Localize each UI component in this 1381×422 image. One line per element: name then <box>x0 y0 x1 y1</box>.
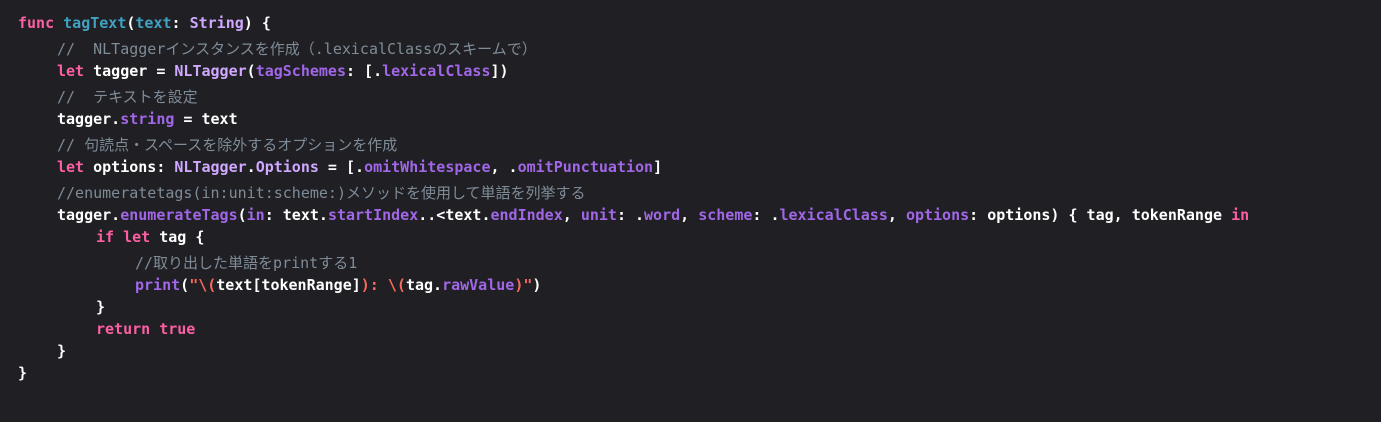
code-lines: func tagText(text: String) {// NLTaggerイ… <box>0 12 1381 384</box>
code-token-comment: // 句読点・スペースを除外するオプションを作成 <box>57 136 398 154</box>
code-token-method: print <box>135 276 181 294</box>
code-token-comment: //enumeratetags(in:unit:scheme:)メソッドを使用し… <box>57 184 586 202</box>
code-token-method: endIndex <box>490 206 563 224</box>
code-token-method: lexicalClass <box>382 62 491 80</box>
code-line: let tagger = NLTagger(tagSchemes: [.lexi… <box>0 60 1381 82</box>
code-token-plain: = text <box>174 110 238 128</box>
code-token-comment: // NLTaggerインスタンスを作成（.lexicalClassのスキームで… <box>57 40 537 58</box>
code-token-comment: //取り出した単語をprintする1 <box>135 254 358 272</box>
code-comment-line: // 句読点・スペースを除外するオプションを作成 <box>0 134 1381 156</box>
code-token-method: omitWhitespace <box>364 158 491 176</box>
code-token-plain: text[tokenRange] <box>216 276 361 294</box>
code-line: return true <box>0 318 1381 340</box>
code-token-method: rawValue <box>442 276 515 294</box>
code-comment-line: //取り出した単語をprintする1 <box>0 252 1381 274</box>
code-token-method: string <box>120 110 175 128</box>
code-token-plain: tagger = <box>84 62 175 80</box>
code-token-method: lexicalClass <box>779 206 888 224</box>
code-token-method: scheme <box>698 206 753 224</box>
code-comment-line: // テキストを設定 <box>0 86 1381 108</box>
code-token-method: word <box>644 206 681 224</box>
code-token-plain: tag { <box>150 228 205 246</box>
code-token-string: "\( <box>189 276 217 294</box>
code-token-method: enumerateTags <box>120 206 238 224</box>
code-token-plain: , <box>562 206 581 224</box>
code-token-plain: ]) <box>490 62 509 80</box>
code-token-declaration: text <box>135 14 172 32</box>
code-token-method: options <box>905 206 970 224</box>
code-token-type: NLTagger <box>174 158 247 176</box>
code-token-plain: : text. <box>264 206 328 224</box>
code-line: } <box>0 296 1381 318</box>
code-token-keyword: in <box>1231 206 1250 224</box>
code-token-plain: ( <box>246 62 256 80</box>
code-line: if let tag { <box>0 226 1381 248</box>
code-token-plain: , <box>887 206 906 224</box>
code-token-string: ): \( <box>360 276 406 294</box>
code-token-plain: : . <box>616 206 645 224</box>
code-token-plain: tagger. <box>57 206 121 224</box>
code-token-keyword: true <box>159 320 196 338</box>
code-token-plain: tag. <box>405 276 443 294</box>
code-token-plain: tagger. <box>57 110 121 128</box>
code-token-declaration: tagText <box>63 14 127 32</box>
code-line: func tagText(text: String) { <box>0 12 1381 34</box>
code-line: tagger.string = text <box>0 108 1381 130</box>
code-token-plain: ..<text. <box>418 206 491 224</box>
code-token-plain: ( <box>237 206 247 224</box>
code-token-plain: ] <box>653 158 663 176</box>
code-line: } <box>0 340 1381 362</box>
code-token-string: )" <box>514 276 533 294</box>
code-token-keyword: func <box>18 14 55 32</box>
code-token-plain: } <box>18 364 28 382</box>
code-token-plain: , <box>680 206 699 224</box>
code-token-keyword: return <box>96 320 151 338</box>
code-editor[interactable]: func tagText(text: String) {// NLTaggerイ… <box>0 0 1381 422</box>
code-token-plain: } <box>57 342 67 360</box>
code-line: tagger.enumerateTags(in: text.startIndex… <box>0 204 1381 226</box>
code-token-plain: : [. <box>346 62 383 80</box>
code-token-plain: : <box>171 14 190 32</box>
code-token-plain: options: <box>84 158 175 176</box>
code-token-method: tagSchemes <box>255 62 346 80</box>
code-token-plain: . <box>246 158 256 176</box>
code-token-keyword: if <box>96 228 115 246</box>
code-token-type: String <box>189 14 244 32</box>
code-token-plain: ) <box>532 276 542 294</box>
code-token-comment: // テキストを設定 <box>57 88 198 106</box>
code-token-plain: } <box>96 298 106 316</box>
code-line: let options: NLTagger.Options = [.omitWh… <box>0 156 1381 178</box>
code-line: } <box>0 362 1381 384</box>
code-comment-line: // NLTaggerインスタンスを作成（.lexicalClassのスキームで… <box>0 38 1381 60</box>
code-token-plain: : . <box>752 206 780 224</box>
code-token-keyword: let <box>57 158 85 176</box>
code-token-type: Options <box>255 158 319 176</box>
code-token-keyword: let <box>123 228 151 246</box>
code-token-method: omitPunctuation <box>517 158 654 176</box>
code-token-plain: : options) { tag, tokenRange <box>969 206 1232 224</box>
code-token-plain: ( <box>180 276 190 294</box>
code-token-method: in <box>246 206 265 224</box>
code-comment-line: //enumeratetags(in:unit:scheme:)メソッドを使用し… <box>0 182 1381 204</box>
code-token-plain: ) { <box>243 14 271 32</box>
code-token-plain: = [. <box>318 158 365 176</box>
code-token-method: startIndex <box>327 206 419 224</box>
code-token-type: NLTagger <box>174 62 247 80</box>
code-token-method: unit <box>580 206 617 224</box>
code-line: print("\(text[tokenRange]): \(tag.rawVal… <box>0 274 1381 296</box>
code-token-plain: , . <box>490 158 518 176</box>
code-token-keyword: let <box>57 62 85 80</box>
